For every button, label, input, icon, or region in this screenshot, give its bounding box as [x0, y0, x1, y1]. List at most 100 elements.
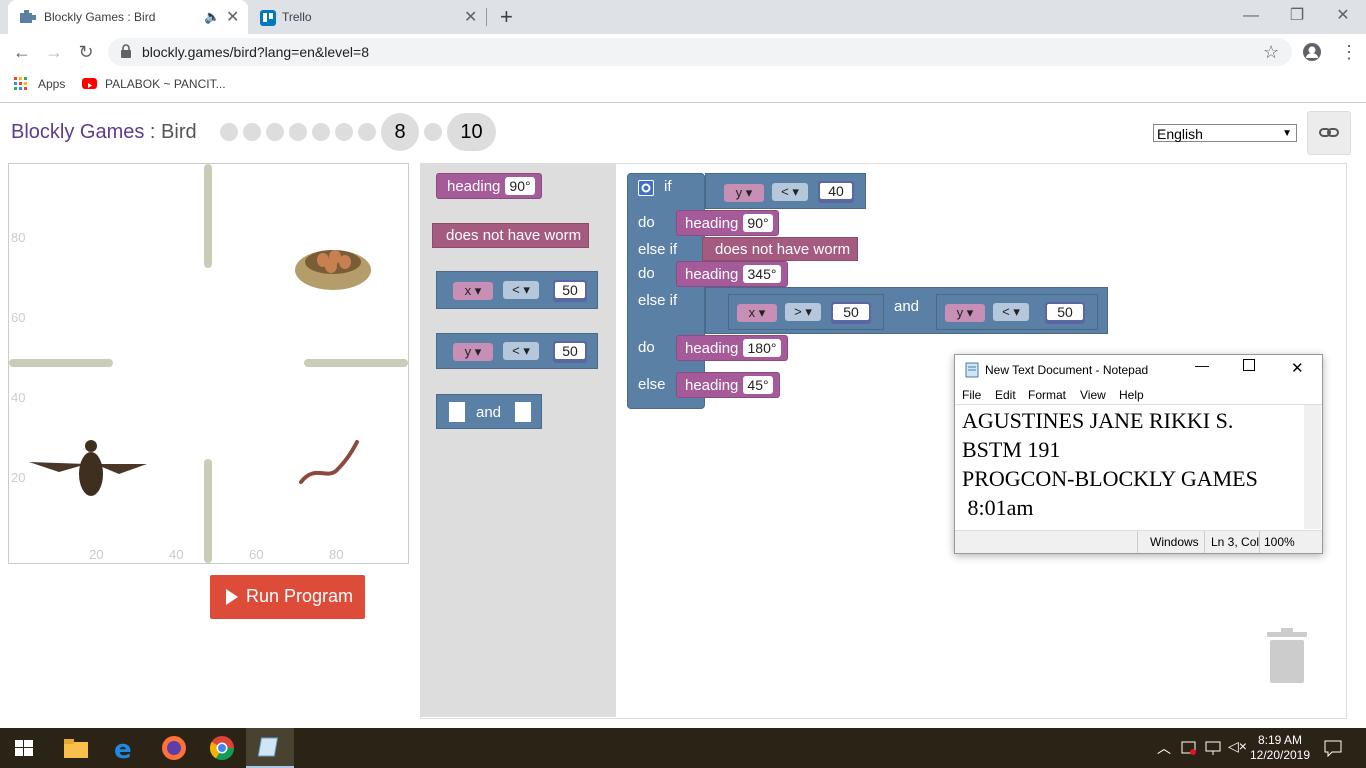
forward-icon[interactable]: → [42, 40, 66, 64]
edge-icon[interactable]: e [111, 734, 139, 762]
level-dot-7[interactable] [358, 123, 376, 141]
trash-icon[interactable] [1265, 628, 1309, 684]
level-dot-5[interactable] [312, 123, 330, 141]
apps-icon[interactable] [14, 77, 28, 96]
brand-link[interactable]: Blockly Games [11, 121, 144, 143]
number-field[interactable]: 50 [553, 341, 587, 363]
number-field[interactable]: 40 [818, 181, 854, 203]
network-icon[interactable] [1205, 740, 1221, 756]
notepad-close-icon[interactable]: ✕ [1291, 359, 1304, 377]
taskbar-notepad-button[interactable] [246, 728, 294, 768]
menu-view[interactable]: View [1080, 388, 1106, 402]
tab-blockly-bird[interactable]: Blockly Games : Bird 🔈 ✕ [8, 0, 248, 34]
flyout-and-block[interactable]: and [436, 394, 542, 429]
and-label: and [894, 298, 920, 315]
cond3a-compare-block[interactable]: x ▾ > ▾ 50 [728, 294, 884, 330]
link-button[interactable] [1307, 111, 1351, 155]
var-dropdown[interactable]: y ▾ [453, 343, 493, 361]
flyout-heading-block[interactable]: heading 90° [436, 173, 542, 199]
op-dropdown[interactable]: < ▾ [503, 342, 539, 360]
menu-file[interactable]: File [962, 388, 981, 402]
var-dropdown[interactable]: x ▾ [737, 304, 777, 322]
new-tab-icon[interactable]: + [500, 4, 513, 30]
cond1-compare-block[interactable]: y ▾ < ▾ 40 [705, 173, 866, 209]
taskbar-clock[interactable]: 8:19 AM 12/20/2019 [1240, 733, 1320, 763]
block-label: heading [685, 377, 739, 394]
tab-trello[interactable]: Trello ✕ [250, 0, 490, 34]
minimize-icon[interactable]: — [1228, 4, 1274, 28]
close-tab-icon[interactable]: ✕ [226, 7, 239, 27]
bookmark-palabok[interactable]: PALABOK ~ PANCIT... [105, 77, 226, 91]
profile-icon[interactable] [1302, 42, 1322, 67]
heading-field[interactable]: 90° [505, 177, 535, 195]
speaker-icon[interactable]: 🔈 [204, 9, 220, 25]
op-dropdown[interactable]: < ▾ [772, 183, 808, 201]
notepad-scrollbar[interactable] [1304, 405, 1321, 529]
menu-format[interactable]: Format [1028, 388, 1066, 402]
heading-block-3[interactable]: heading 180° [676, 335, 788, 361]
menu-help[interactable]: Help [1119, 388, 1144, 402]
flyout-y-compare-block[interactable]: y ▾ < ▾ 50 [436, 333, 598, 369]
close-tab-icon[interactable]: ✕ [464, 7, 477, 27]
notepad-maximize-icon[interactable] [1243, 359, 1255, 371]
number-field[interactable]: 50 [831, 302, 871, 324]
heading-field[interactable]: 345° [743, 265, 781, 283]
var-dropdown[interactable]: x ▾ [453, 282, 493, 300]
flyout-x-compare-block[interactable]: x ▾ < ▾ 50 [436, 271, 598, 309]
notifications-icon[interactable] [1324, 739, 1342, 757]
heading-field[interactable]: 180° [743, 339, 781, 357]
heading-block-4[interactable]: heading 45° [676, 372, 780, 398]
security-alert-icon[interactable] [1181, 740, 1197, 756]
level-dot-1[interactable] [220, 123, 238, 141]
notepad-statusbar: Windows Ln 3, Col 100% [955, 530, 1322, 553]
cond3-and-block[interactable]: x ▾ > ▾ 50 and y ▾ < ▾ 50 [705, 287, 1108, 334]
star-icon[interactable]: ☆ [1263, 42, 1279, 63]
level-dot-6[interactable] [335, 123, 353, 141]
chevron-up-icon[interactable]: ︿ [1157, 738, 1171, 758]
var-dropdown[interactable]: y ▾ [945, 304, 985, 322]
last-level-badge[interactable]: 10 [447, 113, 496, 151]
flyout-no-worm-block[interactable]: does not have worm [432, 223, 589, 248]
close-window-icon[interactable]: ✕ [1320, 4, 1366, 28]
heading-block-2[interactable]: heading 345° [676, 261, 788, 287]
var-value: y [956, 305, 964, 320]
op-dropdown[interactable]: < ▾ [993, 303, 1029, 321]
op-dropdown[interactable]: < ▾ [503, 281, 539, 299]
menu-edit[interactable]: Edit [995, 388, 1016, 402]
cond3b-compare-block[interactable]: y ▾ < ▾ 50 [936, 294, 1098, 330]
bookmark-apps[interactable]: Apps [38, 77, 65, 91]
back-icon[interactable]: ← [10, 40, 34, 64]
windows-start-icon[interactable] [15, 740, 33, 756]
language-select[interactable]: English ▼ [1153, 124, 1297, 142]
block-label: does not have worm [715, 241, 851, 258]
var-dropdown[interactable]: y ▾ [724, 184, 764, 202]
game-name: Bird [161, 121, 197, 143]
heading-block-1[interactable]: heading 90° [676, 210, 779, 236]
number-field[interactable]: 50 [1045, 302, 1085, 324]
reload-icon[interactable]: ↻ [74, 40, 98, 64]
restore-icon[interactable]: ❐ [1274, 4, 1320, 28]
chrome-icon[interactable] [208, 734, 236, 762]
op-dropdown[interactable]: > ▾ [785, 303, 821, 321]
level-dot-2[interactable] [243, 123, 261, 141]
run-program-button[interactable]: Run Program [210, 575, 365, 619]
level-dot-9[interactable] [424, 123, 442, 141]
firefox-icon[interactable] [160, 734, 188, 762]
file-explorer-icon[interactable] [62, 734, 90, 762]
notepad-minimize-icon[interactable]: — [1195, 357, 1209, 373]
input-slot [515, 402, 531, 422]
url-text[interactable]: blockly.games/bird?lang=en&level=8 [142, 44, 369, 60]
puzzle-piece-icon [20, 10, 36, 24]
number-field[interactable]: 50 [553, 280, 587, 302]
level-dot-4[interactable] [289, 123, 307, 141]
heading-field[interactable]: 90° [743, 214, 773, 232]
page-title: Blockly Games : Bird [11, 121, 197, 144]
menu-icon[interactable]: ⋮ [1340, 42, 1358, 63]
notepad-icon [965, 362, 979, 378]
mutator-gear-icon[interactable] [638, 180, 654, 196]
current-level-badge[interactable]: 8 [381, 113, 419, 151]
cond2-no-worm-block[interactable]: does not have worm [702, 237, 858, 261]
level-dot-3[interactable] [266, 123, 284, 141]
notepad-text-area[interactable]: AGUSTINES JANE RIKKI S. BSTM 191 PROGCON… [962, 406, 1258, 522]
heading-field[interactable]: 45° [743, 376, 773, 394]
